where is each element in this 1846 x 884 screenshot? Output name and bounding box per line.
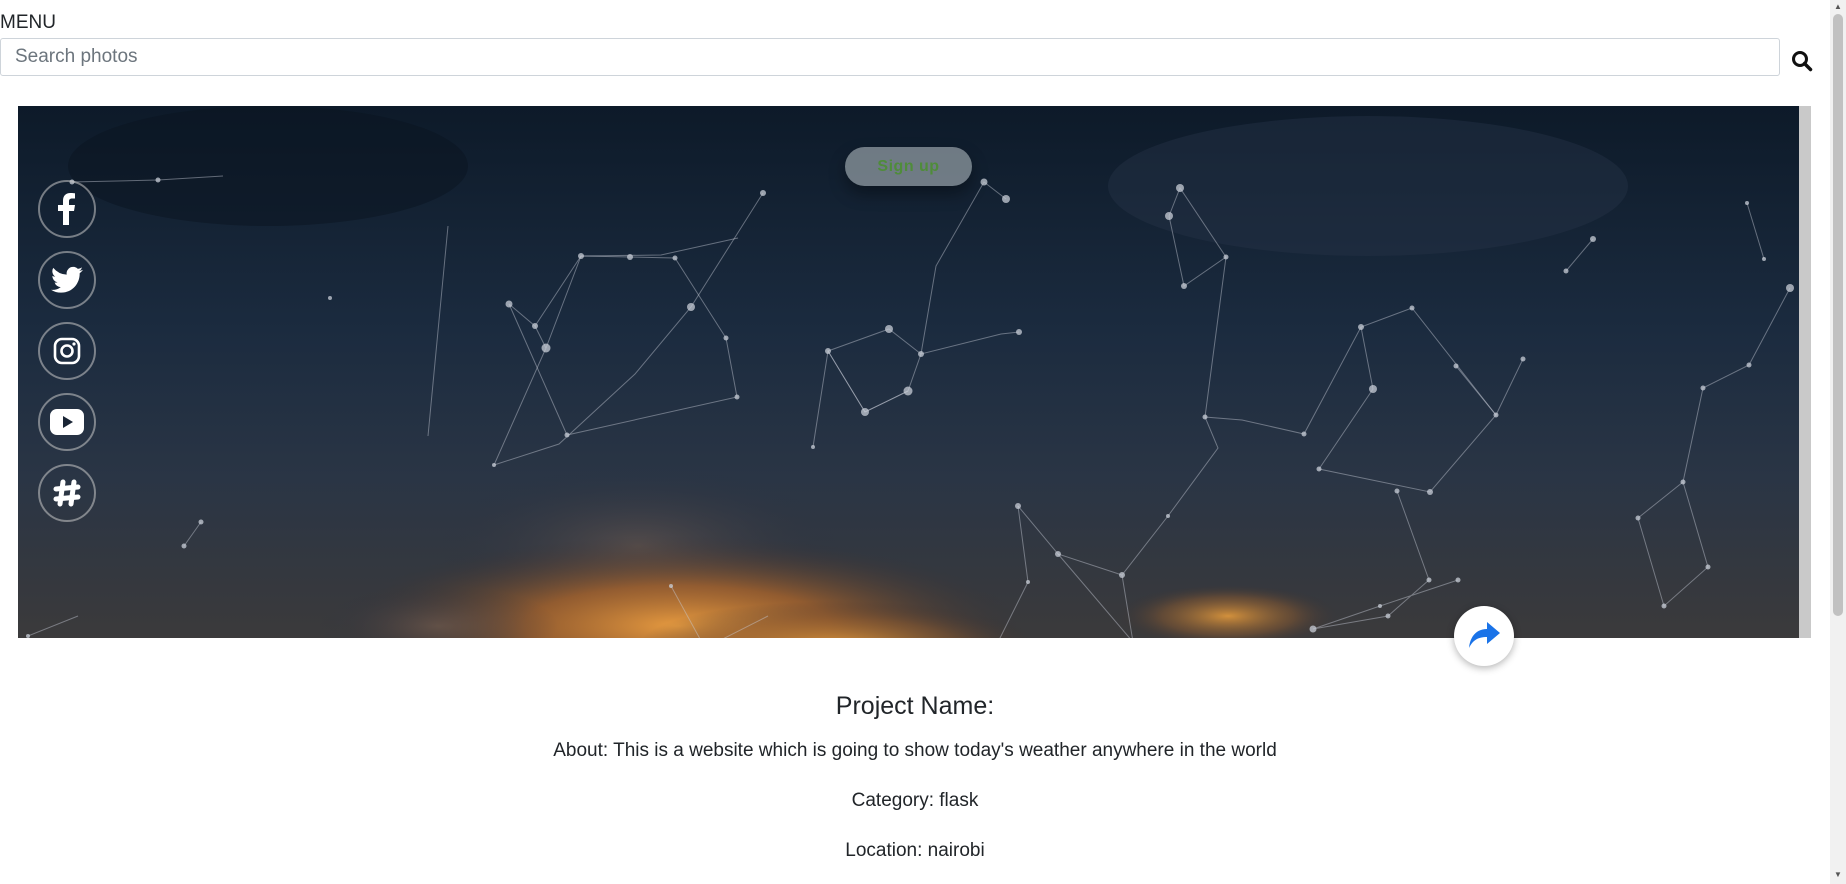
hero-scrollbar[interactable] xyxy=(1799,106,1811,638)
scroll-up-arrow-icon[interactable]: ▲ xyxy=(1834,2,1842,11)
scroll-down-arrow-icon[interactable]: ▼ xyxy=(1834,870,1842,879)
instagram-button[interactable] xyxy=(38,322,96,380)
share-icon xyxy=(1469,622,1500,648)
twitter-button[interactable] xyxy=(38,251,96,309)
facebook-button[interactable] xyxy=(38,180,96,238)
facebook-icon xyxy=(58,193,75,225)
search-input[interactable] xyxy=(0,38,1780,76)
search-icon xyxy=(1792,51,1813,72)
menu-label[interactable]: MENU xyxy=(0,12,56,34)
instagram-icon xyxy=(53,337,81,365)
youtube-icon xyxy=(50,409,84,435)
project-name: Project Name: xyxy=(835,692,995,720)
search-button[interactable] xyxy=(1791,50,1817,76)
project-category: Category: flask xyxy=(851,790,979,811)
signup-button[interactable]: Sign up xyxy=(845,147,972,186)
slack-button[interactable] xyxy=(38,464,96,522)
youtube-button[interactable] xyxy=(38,393,96,451)
scrollbar-thumb[interactable] xyxy=(1833,14,1843,616)
page-scrollbar[interactable]: ▲ ▼ xyxy=(1830,0,1846,884)
slack-icon xyxy=(53,479,81,507)
twitter-icon xyxy=(51,266,83,293)
project-location: Location: nairobi xyxy=(845,840,985,861)
project-about: About: This is a website which is going … xyxy=(553,740,1277,761)
share-button[interactable] xyxy=(1454,606,1514,666)
